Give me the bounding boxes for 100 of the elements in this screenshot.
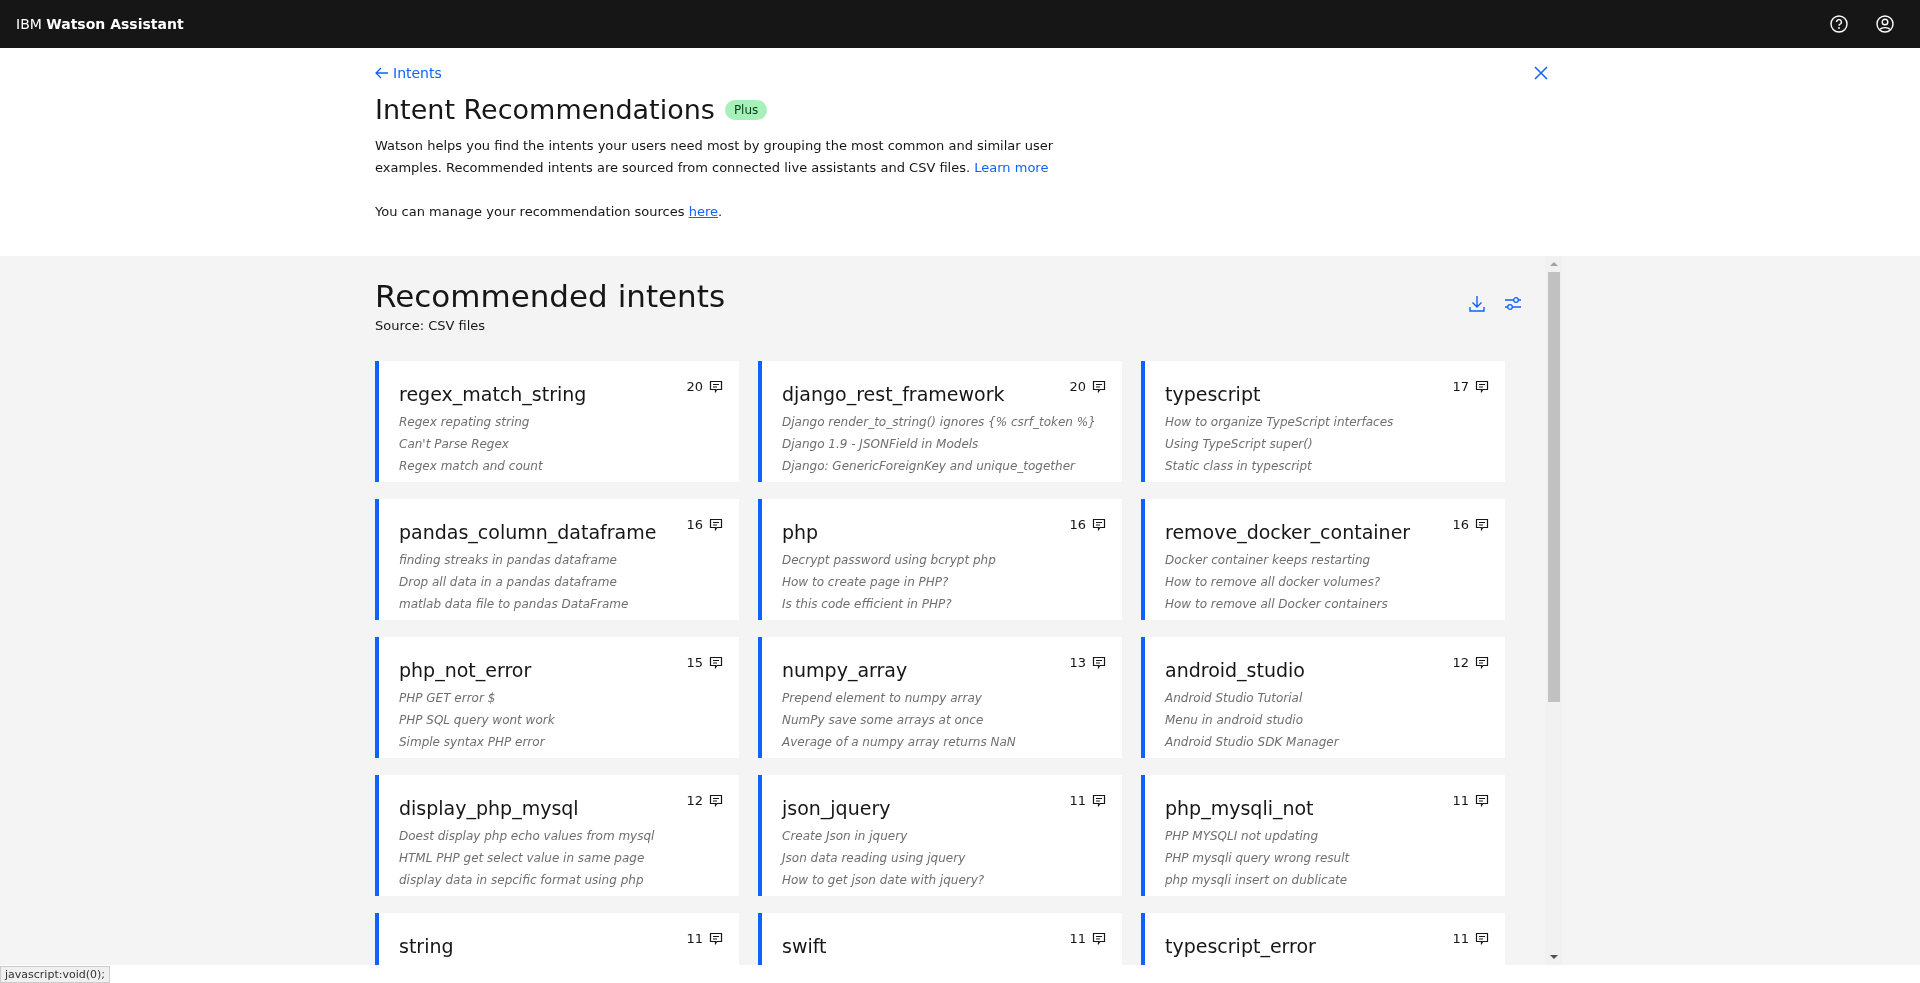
example-text: How to remove all docker volumes? [1165, 574, 1382, 591]
learn-more-link[interactable]: Learn more [974, 160, 1049, 175]
example-text: matlab data file to pandas DataFrame [399, 596, 630, 613]
intent-card[interactable]: php 16 Decrypt password using bcrypt php How to create page in PHP? Is this code efficient in PHP? [758, 499, 1122, 620]
back-link[interactable]: Intents [375, 65, 442, 81]
example-text: NumPy save some arrays at once [782, 712, 985, 729]
example-count: 12 [1452, 655, 1469, 670]
example-text: php mysqli insert on dublicate [1165, 872, 1349, 889]
example-text: Average of a numpy array returns NaN [782, 734, 1017, 751]
chat-icon [709, 379, 723, 394]
intent-card[interactable]: swift 11 [758, 913, 1122, 965]
example-text: Django render_to_string() ignores {% csrf_token %} [782, 414, 1097, 431]
example-text: How to get json date with jquery? [782, 872, 986, 889]
example-text: Simple syntax PHP error [399, 734, 547, 751]
example-text: finding streaks in pandas dataframe [399, 552, 618, 569]
intent-name: typescript_error [1165, 934, 1316, 957]
chat-icon [1092, 379, 1106, 394]
here-link[interactable]: here [688, 204, 718, 219]
intent-name: php [782, 520, 819, 543]
example-text: Regex match and count [399, 458, 544, 475]
chat-icon [1092, 793, 1106, 808]
example-text: How to organize TypeScript interfaces [1165, 414, 1395, 431]
intent-name: pandas_column_dataframe [399, 520, 657, 543]
example-text: Json data reading using jquery [782, 850, 967, 867]
description-text: Watson helps you find the intents your users need most by grouping the most common and similar user examples. Recommended intents are sourced from connected live assistants and CSV files. Learn more [375, 137, 1055, 177]
example-text: Android Studio Tutorial [1165, 690, 1304, 707]
example-text: Is this code efficient in PHP? [782, 596, 953, 613]
example-text: Docker container keeps restarting [1165, 552, 1372, 569]
chat-icon [1475, 379, 1489, 394]
chat-icon [1092, 517, 1106, 532]
intent-card[interactable]: php_mysqli_not 11 PHP MYSQLI not updating PHP mysqli query wrong result php mysqli insert on dublicate [1141, 775, 1505, 896]
chat-icon [1475, 655, 1489, 670]
intent-name: string [399, 934, 454, 957]
chat-icon [1475, 931, 1489, 946]
intent-card[interactable]: json_jquery 11 Create Json in jquery Json data reading using jquery How to get json date with jquery? [758, 775, 1122, 896]
example-count: 16 [1452, 517, 1469, 532]
example-text: PHP mysqli query wrong result [1165, 850, 1351, 867]
example-text: How to create page in PHP? [782, 574, 950, 591]
example-count: 20 [1069, 379, 1086, 394]
intent-card[interactable]: numpy_array 13 Prepend element to numpy array NumPy save some arrays at once Average of a numpy array returns NaN [758, 637, 1122, 758]
example-count: 11 [1452, 931, 1469, 946]
intent-name: typescript [1165, 382, 1261, 405]
example-text: HTML PHP get select value in same page [399, 850, 646, 867]
example-text: PHP SQL query wont work [399, 712, 556, 729]
intent-card[interactable]: typescript_error 11 [1141, 913, 1505, 965]
example-text: Regex repating string [399, 414, 531, 431]
example-count: 13 [1069, 655, 1086, 670]
intent-name: php_mysqli_not [1165, 796, 1314, 819]
chat-icon [1092, 931, 1106, 946]
example-text: display data in sepcific format using php [399, 872, 645, 889]
example-count: 11 [1069, 793, 1086, 808]
intent-card[interactable]: string 11 [375, 913, 739, 965]
intent-name: django_rest_framework [782, 382, 1005, 405]
arrow-left-icon [375, 67, 389, 79]
example-text: Static class in typescript [1165, 458, 1313, 475]
chat-icon [709, 655, 723, 670]
chat-icon [1092, 655, 1106, 670]
status-bar-url: javascript:void(0); [0, 966, 110, 983]
example-text: Django 1.9 - JSONField in Models [782, 436, 980, 453]
chat-icon [1475, 793, 1489, 808]
example-text: Django: GenericForeignKey and unique_together [782, 458, 1077, 475]
example-count: 15 [686, 655, 703, 670]
example-count: 11 [1069, 931, 1086, 946]
example-count: 12 [686, 793, 703, 808]
intent-name: display_php_mysql [399, 796, 579, 819]
example-count: 17 [1452, 379, 1469, 394]
intent-name: regex_match_string [399, 382, 587, 405]
intent-card[interactable]: django_rest_framework 20 Django render_to_string() ignores {% csrf_token %} Django 1.9 - JSONField in Models Django: GenericForeignKey and unique_together [758, 361, 1122, 482]
chat-icon [709, 793, 723, 808]
example-text: Android Studio SDK Manager [1165, 734, 1341, 751]
chat-icon [709, 517, 723, 532]
close-icon[interactable] [1532, 64, 1550, 82]
intent-card[interactable]: regex_match_string 20 Regex repating string Can't Parse Regex Regex match and count [375, 361, 739, 482]
page-title: Intent Recommendations [375, 94, 715, 125]
example-text: Can't Parse Regex [399, 436, 510, 453]
example-text: PHP GET error $ [399, 690, 497, 707]
intent-card[interactable]: android_studio 12 Android Studio Tutorial Menu in android studio Android Studio SDK Manager [1141, 637, 1505, 758]
intent-card[interactable]: display_php_mysql 12 Doest display php echo values from mysql HTML PHP get select value in same page display data in sepcific format using php [375, 775, 739, 896]
chat-icon [709, 931, 723, 946]
chat-icon [1475, 517, 1489, 532]
intent-name: php_not_error [399, 658, 532, 681]
intent-card[interactable]: remove_docker_container 16 Docker container keeps restarting How to remove all docker volumes? How to remove all Docker containers [1141, 499, 1505, 620]
example-count: 20 [686, 379, 703, 394]
example-text: Prepend element to numpy array [782, 690, 983, 707]
example-text: Using TypeScript super() [1165, 436, 1314, 453]
intent-card[interactable]: pandas_column_dataframe 16 finding streaks in pandas dataframe Drop all data in a pandas dataframe matlab data file to pandas DataFrame [375, 499, 739, 620]
product-name: IBM Watson Assistant [16, 16, 184, 32]
example-text: How to remove all Docker containers [1165, 596, 1389, 613]
example-text: Create Json in jquery [782, 828, 909, 845]
plan-tag: Plus [724, 99, 768, 120]
intent-card[interactable]: typescript 17 How to organize TypeScript interfaces Using TypeScript super() Static class in typescript [1141, 361, 1505, 482]
example-text: Drop all data in a pandas dataframe [399, 574, 618, 591]
intent-name: json_jquery [782, 796, 891, 819]
example-count: 16 [1069, 517, 1086, 532]
intent-name: numpy_array [782, 658, 908, 681]
intent-name: remove_docker_container [1165, 520, 1411, 543]
intent-card[interactable]: php_not_error 15 PHP GET error $ PHP SQL query wont work Simple syntax PHP error [375, 637, 739, 758]
source-label: Source: CSV files [375, 318, 487, 333]
section-title: Recommended intents [375, 278, 726, 314]
example-text: Menu in android studio [1165, 712, 1304, 729]
